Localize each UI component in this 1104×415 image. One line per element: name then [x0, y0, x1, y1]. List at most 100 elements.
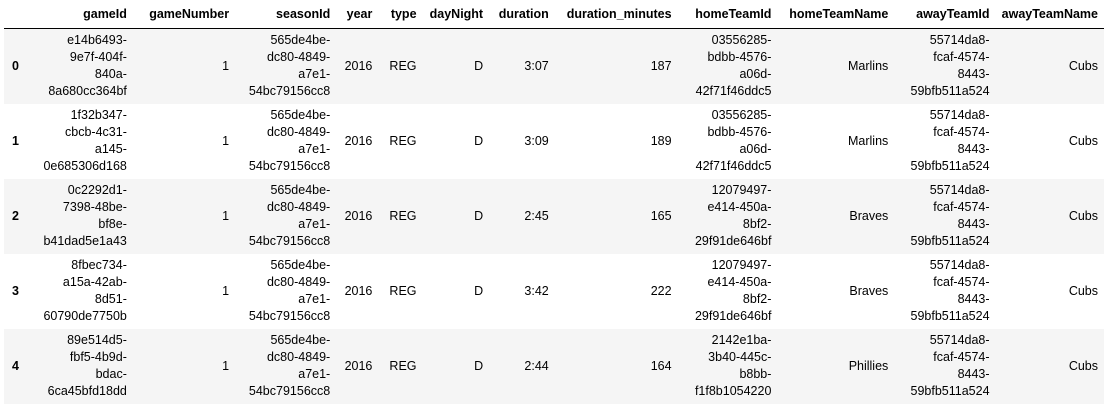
cell-text: 60790de7750b [43, 309, 127, 323]
table-cell: 1 [133, 179, 235, 254]
table-cell: Marlins [777, 104, 894, 179]
cell-text: 59bfb511a524 [910, 84, 990, 99]
table-cell: 2016 [336, 329, 378, 404]
column-header: homeTeamId [677, 0, 778, 29]
table-row: 0 e14b6493- 9e7f-404f- 840a- 8a680cc364bf 1 56… [4, 28, 1104, 104]
table-cell: Phillies [777, 329, 894, 404]
table-cell: 164 [555, 329, 678, 404]
table-cell: D [423, 254, 490, 329]
cell-text: 1 [222, 358, 230, 373]
cell-text: 222 [650, 283, 672, 298]
table-cell: 89e514d5- fbf5-4b9d-bdac- 6ca45bfd18dd [37, 329, 132, 404]
cell-text: 42f71f46ddc5 [695, 159, 772, 173]
cell-text: dc80-4849- [266, 50, 331, 65]
table-row: 1 1f32b347- cbcb-4c31- a145- 0e685306d168 1 56… [4, 103, 1104, 179]
table-cell: Cubs [996, 179, 1104, 254]
table-cell: 12079497- e414-450a- 8bf2- 29f91de646bf [678, 179, 778, 254]
cell-text: 29f91de646bf [694, 234, 772, 248]
cell-text: 54bc79156cc8 [248, 309, 331, 323]
cell-text: 29f91de646bf [694, 309, 772, 323]
cell-text: 42f71f46ddc5 [695, 84, 772, 99]
table-cell: 565de4be-dc80-4849- a7e1- 54bc79156cc8 [235, 179, 336, 254]
cell-text: a7e1- [298, 67, 331, 82]
table-cell: 2016 [336, 29, 378, 104]
row-index: 0 [12, 58, 19, 73]
cell-text: a7e1- [298, 142, 331, 156]
table-cell: 2016 [336, 179, 378, 254]
cell-text: 55714da8- [929, 258, 990, 272]
table-cell: 1 [133, 254, 235, 329]
table-cell: 3:07 [489, 29, 555, 104]
cell-text: 3:42 [524, 283, 549, 298]
cell-text: fcaf-4574- [933, 50, 990, 65]
cell-text: 03556285- [711, 33, 772, 48]
cell-text: Cubs [1068, 58, 1098, 73]
row-index: 4 [12, 358, 19, 373]
cell-text: 165 [650, 208, 672, 223]
table-cell: REG [378, 29, 422, 104]
cell-text: Phillies [848, 358, 889, 373]
row-index: 3 [12, 283, 19, 298]
cell-text: e414-450a- [707, 200, 772, 214]
cell-text: 54bc79156cc8 [248, 234, 331, 248]
table-cell: 03556285- bdbb-4576- a06d- 42f71f46ddc5 [678, 104, 778, 179]
cell-text: 59bfb511a524 [910, 234, 990, 248]
cell-text: 8443- [957, 217, 990, 231]
cell-text: Marlins [848, 133, 889, 148]
cell-text: 3:09 [524, 133, 549, 148]
cell-text: 03556285- [711, 108, 772, 122]
table-cell: Cubs [996, 254, 1104, 329]
table-cell: REG [378, 104, 422, 179]
cell-text: dc80-4849- [266, 125, 331, 139]
column-header: awayTeamName [995, 0, 1104, 29]
cell-text: Cubs [1068, 133, 1098, 148]
cell-text: a7e1- [298, 217, 331, 231]
cell-text: f1f8b1054220 [694, 384, 772, 398]
cell-text: a145- [94, 142, 127, 156]
column-header: dayNight [422, 0, 490, 29]
table-cell: 1 [133, 329, 235, 404]
cell-text: fcaf-4574- [933, 125, 990, 139]
table-cell: 187 [555, 29, 678, 104]
cell-text: 2016 [344, 133, 373, 148]
table-cell: 565de4be-dc80-4849- a7e1- 54bc79156cc8 [235, 254, 336, 329]
table-cell: 55714da8- fcaf-4574- 8443- 59bfb511a524 [894, 179, 995, 254]
table-cell: 03556285- bdbb-4576- a06d- 42f71f46ddc5 [678, 29, 778, 104]
table-cell: D [423, 329, 490, 404]
cell-text: 3:07 [524, 58, 549, 73]
cell-text: 2:44 [524, 358, 549, 373]
cell-text: 0c2292d1- [67, 183, 127, 197]
table-cell: 3:42 [489, 254, 555, 329]
cell-text: 3b40-445c- [708, 350, 772, 364]
cell-text: 8443- [957, 67, 990, 82]
column-header: duration [489, 0, 555, 29]
cell-text: dc80-4849- [266, 200, 331, 214]
table-cell: REG [378, 329, 422, 404]
table-cell: 8fbec734- a15a-42ab- 8d51- 60790de7750b [37, 254, 132, 329]
column-header: year [336, 0, 379, 29]
cell-text: 8443- [957, 367, 990, 381]
cell-text: bf8e- [98, 217, 127, 231]
cell-text: D [474, 133, 484, 148]
cell-text: 1 [222, 208, 230, 223]
cell-text: fcaf-4574- [933, 275, 990, 289]
table-cell: 3:09 [489, 104, 555, 179]
column-header: homeTeamName [777, 0, 895, 29]
cell-text: 55714da8- [929, 108, 990, 122]
cell-text: D [474, 58, 484, 73]
cell-text: 9e7f-404f- [69, 50, 127, 65]
cell-text: 2016 [344, 58, 373, 73]
column-header: duration_minutes [554, 0, 678, 29]
cell-text: b41dad5e1a43 [43, 234, 127, 248]
table-cell: D [423, 104, 490, 179]
cell-text: 565de4be- [270, 33, 331, 48]
cell-text: 1 [222, 283, 230, 298]
table-cell: 2:45 [489, 179, 555, 254]
cell-text: 55714da8- [929, 183, 990, 197]
table-cell: 2016 [336, 104, 378, 179]
table-header: gameId gameNumber seasonId year type day… [4, 0, 1104, 29]
cell-text: 187 [650, 58, 672, 73]
cell-text: Braves [849, 283, 889, 298]
cell-text: Marlins [848, 58, 889, 73]
cell-text: 565de4be- [270, 183, 331, 197]
